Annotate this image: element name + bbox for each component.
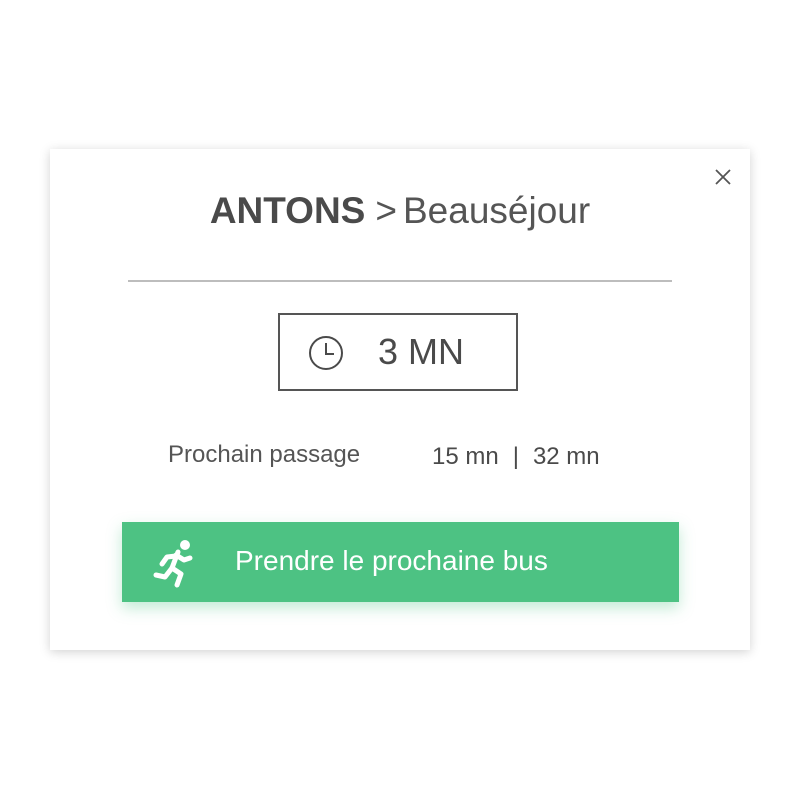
take-next-bus-label: Prendre le prochaine bus (235, 545, 548, 576)
route-origin: ANTONS (209, 190, 366, 231)
close-icon (715, 169, 731, 185)
time-separator: | (512, 443, 519, 470)
next-passage-label: Prochain passage (168, 441, 361, 468)
take-next-bus-button[interactable]: Prendre le prochaine bus (122, 522, 679, 602)
close-button[interactable] (713, 167, 733, 187)
bus-info-card: ANTONS > Beauséjour 3 MN Prochain passage … (50, 149, 750, 650)
countdown-box: 3 MN (278, 313, 518, 391)
running-person-icon (153, 540, 193, 588)
clock-icon (309, 336, 343, 370)
next-passage-time-2: 32 mn (532, 443, 600, 470)
next-passage-time-1: 15 mn (432, 443, 499, 470)
next-passage-times: 15 mn | 32 mn (432, 441, 600, 473)
route-destination: Beauséjour (402, 190, 591, 231)
countdown-value: 3 MN (378, 331, 465, 372)
route-title: ANTONS > Beauséjour (50, 187, 750, 235)
divider (128, 280, 672, 282)
route-separator: > (375, 190, 397, 231)
